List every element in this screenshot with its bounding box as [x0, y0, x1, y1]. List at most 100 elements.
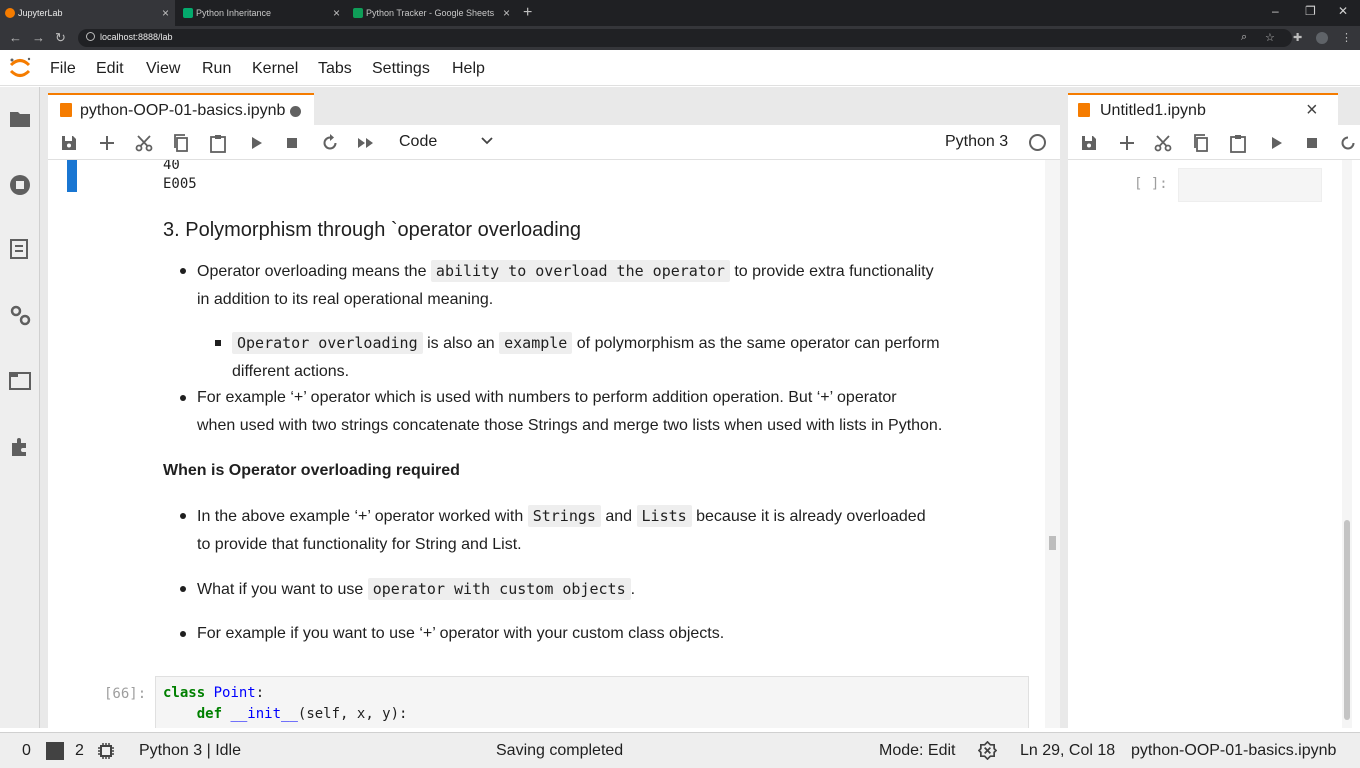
restore-icon[interactable]: ❐	[1305, 4, 1316, 18]
property-inspector-gear-icon[interactable]	[8, 303, 32, 327]
menu-kernel[interactable]: Kernel	[252, 60, 298, 78]
kernel-count[interactable]: 2	[75, 742, 84, 760]
minimize-icon[interactable]: –	[1272, 4, 1279, 18]
extension-manager-puzzle-icon[interactable]	[8, 435, 32, 459]
code-cell-editor[interactable]	[1178, 168, 1322, 202]
cut-scissors-icon[interactable]	[1153, 133, 1173, 153]
notebook-tab-python-oop[interactable]: python-OOP-01-basics.ipynb	[48, 93, 314, 125]
code-line: def __init__(self, x, y):	[196, 706, 408, 722]
forward-icon[interactable]: →	[32, 30, 45, 45]
right-tab-bar: Untitled1.ipynb ×	[1068, 93, 1360, 125]
right-notebook-toolbar	[1068, 125, 1360, 160]
add-cell-plus-icon[interactable]	[97, 133, 117, 153]
url-text: localhost:8888/lab	[100, 32, 173, 42]
browser-tab-jupyterlab[interactable]: JupyterLab ×	[0, 0, 175, 26]
kernel-status-text[interactable]: Python 3 | Idle	[139, 742, 241, 760]
zoom-icon[interactable]: ⌕	[1241, 31, 1247, 44]
cut-scissors-icon[interactable]	[134, 133, 154, 153]
close-tab-icon[interactable]: ×	[503, 6, 510, 20]
right-scrollbar[interactable]	[1342, 160, 1352, 728]
bullet-marker	[180, 395, 186, 401]
scrollbar-thumb[interactable]	[1049, 536, 1056, 550]
reload-icon[interactable]: ↻	[55, 30, 66, 46]
kernel-idle-status-icon	[1029, 134, 1046, 151]
browser-tab-label: JupyterLab	[18, 8, 63, 18]
menu-view[interactable]: View	[146, 60, 180, 78]
save-icon[interactable]	[1079, 133, 1099, 153]
copy-icon[interactable]	[171, 133, 191, 153]
kernel-name[interactable]: Python 3	[945, 133, 1008, 151]
copy-icon[interactable]	[1191, 133, 1211, 153]
markdown-subheading: When is Operator overloading required	[163, 462, 460, 479]
browser-tab-label: Python Tracker - Google Sheets	[366, 8, 495, 18]
close-window-icon[interactable]: ✕	[1338, 4, 1348, 18]
bullet-marker	[180, 268, 186, 274]
close-tab-icon[interactable]: ×	[162, 6, 169, 20]
settings-badge-icon[interactable]	[978, 741, 997, 760]
inline-code: ability to overload the operator	[430, 260, 730, 282]
status-bar: 0 2 Python 3 | Idle Saving completed Mod…	[0, 732, 1360, 768]
browser-tab-python-inheritance[interactable]: Python Inheritance ×	[178, 0, 346, 26]
menu-file[interactable]: File	[50, 60, 76, 78]
close-tab-icon[interactable]: ×	[333, 6, 340, 20]
menu-settings[interactable]: Settings	[372, 60, 430, 78]
menu-help[interactable]: Help	[452, 60, 485, 78]
editor-mode: Mode: Edit	[879, 742, 956, 759]
browser-tab-google-sheets[interactable]: Python Tracker - Google Sheets ×	[348, 0, 516, 26]
restart-kernel-icon[interactable]	[1338, 133, 1358, 153]
notebook-content[interactable]: 40 E005 3. Polymorphism through `operato…	[48, 160, 1060, 728]
notebook-toolbar: Code Python 3	[48, 125, 1060, 160]
code-line: class Point:	[163, 685, 265, 701]
cell-type-select[interactable]: Code	[399, 133, 437, 151]
close-tab-icon[interactable]: ×	[1306, 99, 1318, 122]
run-cell-play-icon[interactable]	[246, 133, 266, 153]
add-cell-plus-icon[interactable]	[1117, 133, 1137, 153]
inline-code: Strings	[527, 505, 601, 527]
jupyter-favicon-icon	[5, 8, 15, 18]
bookmark-star-icon[interactable]: ☆	[1265, 31, 1275, 44]
site-info-icon[interactable]	[86, 32, 95, 41]
folder-icon[interactable]	[8, 107, 32, 131]
run-cell-play-icon[interactable]	[1266, 133, 1286, 153]
inline-code: example	[499, 332, 573, 354]
restart-kernel-icon[interactable]	[320, 133, 340, 153]
terminal-count[interactable]: 0	[22, 742, 31, 760]
interrupt-stop-icon[interactable]	[282, 133, 302, 153]
active-cell-indicator	[67, 160, 77, 192]
right-notebook-content[interactable]: [ ]:	[1068, 160, 1360, 728]
unsaved-indicator-icon[interactable]	[290, 106, 301, 117]
running-kernels-icon[interactable]	[8, 173, 32, 197]
square-bullet-marker	[215, 340, 221, 346]
kernel-chip-icon[interactable]	[97, 742, 115, 760]
browser-menu-icon[interactable]: ⋮	[1341, 31, 1352, 44]
scrollbar-thumb[interactable]	[1344, 520, 1350, 720]
w3schools-favicon-icon	[183, 8, 193, 18]
commands-palette-icon[interactable]	[8, 237, 32, 261]
notebook-scrollbar[interactable]	[1045, 160, 1060, 728]
chevron-down-icon[interactable]	[481, 136, 493, 146]
save-icon[interactable]	[59, 133, 79, 153]
extensions-icon[interactable]: ✚	[1293, 31, 1302, 44]
new-tab-icon[interactable]: +	[523, 4, 532, 22]
paste-clipboard-icon[interactable]	[1228, 133, 1248, 153]
terminal-icon[interactable]	[46, 742, 64, 760]
restart-run-all-fast-forward-icon[interactable]	[356, 133, 376, 153]
menu-tabs[interactable]: Tabs	[318, 60, 352, 78]
url-input[interactable]: localhost:8888/lab	[78, 29, 1292, 47]
execution-count-prompt: [ ]:	[1134, 176, 1168, 192]
menu-run[interactable]: Run	[202, 60, 231, 78]
menu-edit[interactable]: Edit	[96, 60, 124, 78]
paste-clipboard-icon[interactable]	[208, 133, 228, 153]
current-file-name: python-OOP-01-basics.ipynb	[1131, 742, 1337, 759]
back-icon[interactable]: ←	[9, 30, 22, 45]
inline-code: Lists	[636, 505, 692, 527]
cursor-position[interactable]: Ln 29, Col 18	[1020, 742, 1115, 760]
bullet-marker	[180, 586, 186, 592]
interrupt-stop-icon[interactable]	[1302, 133, 1322, 153]
profile-avatar[interactable]	[1316, 32, 1328, 44]
notebook-tab-label: Untitled1.ipynb	[1100, 102, 1206, 119]
markdown-list-item: Operator overloading means the ability t…	[197, 260, 934, 308]
notebook-tab-untitled1[interactable]: Untitled1.ipynb ×	[1068, 93, 1338, 125]
jupyter-logo-icon	[9, 57, 31, 77]
open-tabs-icon[interactable]	[8, 369, 32, 393]
